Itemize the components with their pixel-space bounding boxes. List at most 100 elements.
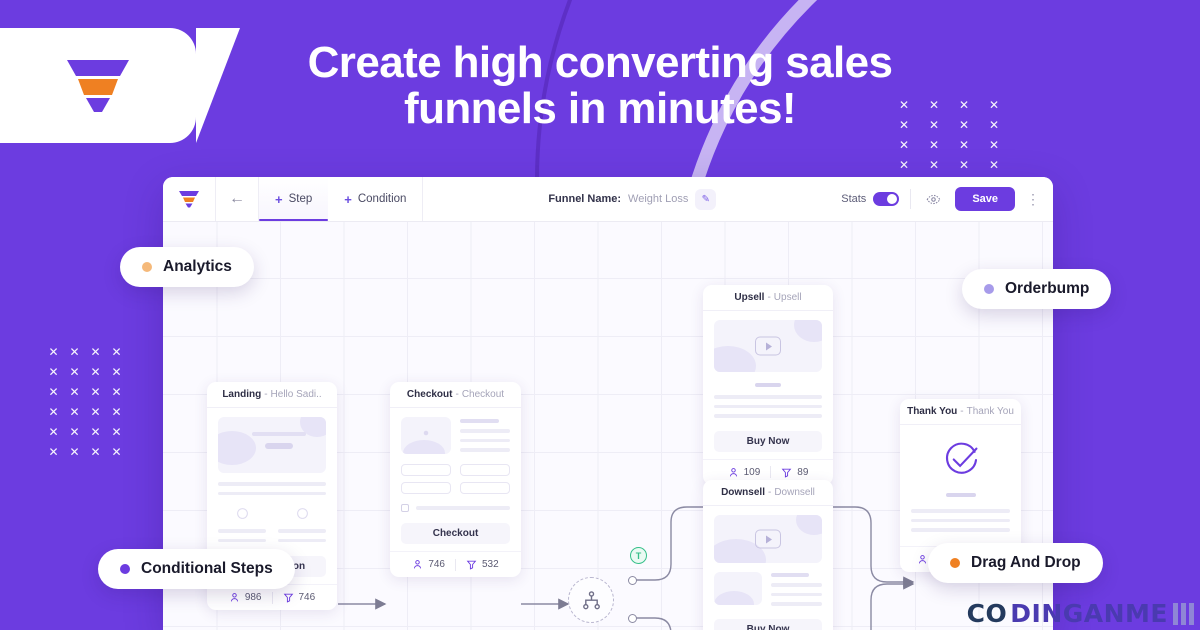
x-mark: ✕ <box>48 445 59 459</box>
preview-eye-icon[interactable] <box>922 188 944 210</box>
card-preview <box>703 311 833 418</box>
x-mark: ✕ <box>48 385 59 399</box>
plus-icon: + <box>275 191 283 207</box>
x-mark: ✕ <box>90 385 101 399</box>
brand-logo-tab <box>0 28 240 143</box>
pill-label: Conditional Steps <box>141 560 273 577</box>
funnel-canvas[interactable]: Landing - Hello Sadi.. 986 746 Checkout … <box>163 222 1053 630</box>
success-check-icon <box>911 440 1010 480</box>
card-name: Checkout <box>461 389 505 400</box>
card-preview <box>207 408 337 542</box>
true-badge: T <box>630 547 647 564</box>
card-dash: - <box>960 406 964 417</box>
x-mark: ✕ <box>69 425 80 439</box>
pill-dot <box>984 284 994 294</box>
x-mark: ✕ <box>928 158 940 172</box>
x-mark: ✕ <box>69 365 80 379</box>
card-cta-button[interactable]: Checkout <box>401 523 510 544</box>
stats-toggle-group[interactable]: Stats <box>841 192 900 206</box>
card-type: Thank You <box>907 406 958 417</box>
funnel-builder-window: ← + Step + Condition Funnel Name: Weight… <box>163 177 1053 630</box>
x-mark: ✕ <box>111 405 122 419</box>
toolbar-logo[interactable] <box>163 177 216 221</box>
card-header: Downsell - Downsell <box>703 480 833 506</box>
x-mark: ✕ <box>111 385 122 399</box>
branch-icon <box>582 590 600 609</box>
visitor-icon <box>414 560 422 569</box>
visitor-count: 986 <box>244 592 262 603</box>
visitor-icon <box>230 593 238 602</box>
more-options-icon[interactable]: ⋮ <box>1026 191 1040 206</box>
x-mark: ✕ <box>958 138 970 152</box>
edit-pencil-icon[interactable]: ✎ <box>695 188 717 210</box>
x-mark: ✕ <box>90 365 101 379</box>
funnel-name-group: Funnel Name: Weight Loss ✎ <box>548 177 717 221</box>
x-mark: ✕ <box>48 365 59 379</box>
visitor-count: 746 <box>428 559 445 570</box>
pill-label: Drag And Drop <box>971 554 1081 571</box>
funnel-stat-icon <box>283 593 293 603</box>
x-mark: ✕ <box>90 425 101 439</box>
card-stats: 746 532 <box>390 551 521 577</box>
save-button[interactable]: Save <box>955 187 1016 211</box>
visitor-icon <box>919 554 927 563</box>
card-preview <box>900 425 1021 532</box>
card-cta-button[interactable]: Buy Now <box>714 430 822 452</box>
x-mark: ✕ <box>48 425 59 439</box>
watermark-bars-icon <box>1173 603 1194 628</box>
conversion-stat: 532 <box>466 559 499 570</box>
play-icon <box>755 336 781 356</box>
card-header: Landing - Hello Sadi.. <box>207 382 337 408</box>
conversion-count: 746 <box>298 592 316 603</box>
condition-node[interactable] <box>568 577 614 623</box>
pill-dot <box>142 262 152 272</box>
x-mark: ✕ <box>988 118 1000 132</box>
x-mark: ✕ <box>958 158 970 172</box>
image-skeleton <box>401 417 451 454</box>
watermark-part2: DINGANME <box>1010 599 1168 628</box>
funnel-step-card-upsell[interactable]: Upsell - Upsell Buy Now 109 89 <box>703 285 833 485</box>
x-mark: ✕ <box>111 345 122 359</box>
pill-dot <box>120 564 130 574</box>
x-mark: ✕ <box>69 405 80 419</box>
funnel-stat-icon <box>466 560 477 570</box>
conversion-stat: 746 <box>283 592 316 603</box>
add-step-button[interactable]: + Step <box>259 177 329 221</box>
conversion-stat: 89 <box>781 467 808 478</box>
card-header: Thank You - Thank You <box>900 399 1021 425</box>
x-mark: ✕ <box>69 445 80 459</box>
card-type: Downsell <box>721 487 765 498</box>
x-mark: ✕ <box>90 445 101 459</box>
feature-pill-orderbump[interactable]: Orderbump <box>962 269 1112 309</box>
stat-divider <box>455 558 456 571</box>
toolbar-divider <box>910 189 912 209</box>
card-type: Checkout <box>406 389 453 400</box>
x-mark: ✕ <box>69 385 80 399</box>
x-mark: ✕ <box>988 138 1000 152</box>
card-cta-button[interactable]: Buy Now <box>714 618 822 630</box>
back-button[interactable]: ← <box>216 177 258 221</box>
image-skeleton <box>714 572 762 605</box>
checkbox-skeleton <box>401 504 409 512</box>
stats-toggle[interactable] <box>873 192 900 206</box>
funnel-step-card-downsell[interactable]: Downsell - Downsell Buy Now <box>703 480 833 630</box>
card-name: Thank You <box>966 406 1014 417</box>
card-name: Upsell <box>773 292 802 303</box>
x-mark: ✕ <box>90 405 101 419</box>
feature-pill-conditional-steps[interactable]: Conditional Steps <box>98 549 295 589</box>
hero-skeleton <box>218 417 326 473</box>
condition-true-port[interactable] <box>628 576 637 585</box>
x-mark: ✕ <box>988 158 1000 172</box>
conversion-count: 532 <box>482 559 499 570</box>
feature-pill-drag-and-drop[interactable]: Drag And Drop <box>928 543 1103 583</box>
condition-false-port[interactable] <box>628 614 637 623</box>
pill-label: Analytics <box>163 258 232 275</box>
x-mark: ✕ <box>988 98 1000 112</box>
card-name: Downsell <box>774 487 815 498</box>
funnel-step-card-checkout[interactable]: Checkout - Checkout Checkout 746 532 <box>390 382 521 577</box>
visitor-stat: 746 <box>412 559 445 570</box>
add-condition-button[interactable]: + Condition <box>328 177 422 221</box>
card-name: Hello Sadi.. <box>270 389 322 400</box>
feature-pill-analytics[interactable]: Analytics <box>120 247 254 287</box>
